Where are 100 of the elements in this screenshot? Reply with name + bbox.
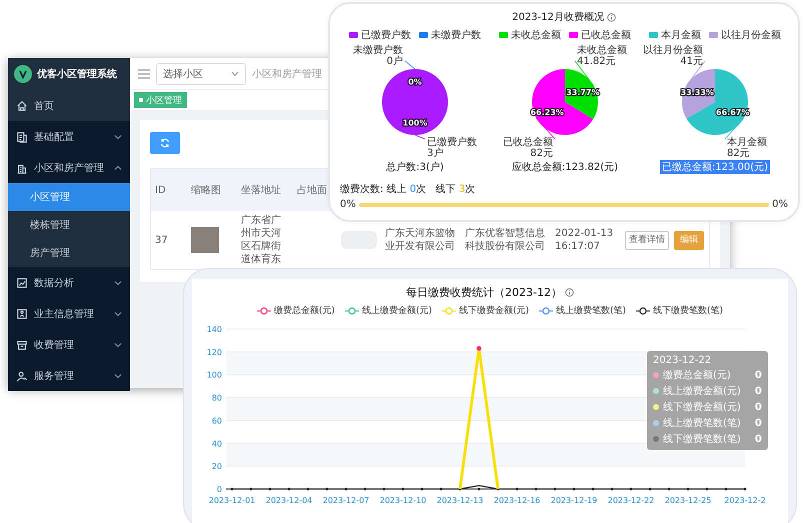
series-point: [476, 346, 482, 351]
table-cell-text: 广东优客智慧信息科技股份有限公司: [464, 226, 546, 254]
x-axis-label: 2023-12-22: [608, 496, 654, 505]
y-axis-label: 140: [206, 325, 222, 334]
pie-slice: [382, 69, 448, 135]
menu-item[interactable]: 小区和房产管理: [8, 152, 130, 183]
x-axis-label: 2023-12-2: [724, 496, 766, 505]
tooltip-label: 线下缴费金额(元): [663, 400, 741, 414]
document-icon: [16, 130, 28, 142]
y-axis-label: 0: [216, 485, 222, 494]
y-axis-label: 60: [212, 416, 222, 426]
tooltip-label: 缴费总金额(元): [663, 368, 731, 382]
menu-item[interactable]: 基础配置: [8, 121, 130, 152]
legend-label: 未缴费户数: [431, 28, 481, 42]
callout-value: 41.82元: [577, 56, 616, 67]
menu-item[interactable]: 业主信息管理: [8, 298, 130, 329]
callout-value: 82元: [530, 148, 553, 159]
ratio-text: 0%: [340, 199, 356, 210]
payment-count-text: 缴费次数: 线上 0次 线下 3次: [340, 182, 476, 196]
legend-label: 已缴费户数: [361, 28, 411, 42]
table-cell-text: 2022-01-13 16:17:07: [554, 227, 614, 254]
submenu-item[interactable]: 房产管理: [8, 239, 130, 267]
tooltip-value: 0: [754, 434, 762, 444]
community-select[interactable]: 选择小区: [156, 62, 246, 84]
chart-icon: [16, 276, 28, 288]
tooltip-title: 2023-12-22: [653, 355, 712, 366]
chart-title: 每日缴费收费统计（2023-12）: [406, 285, 562, 300]
tooltip-label: 线上缴费金额(元): [663, 384, 741, 398]
id-card-icon: [16, 308, 28, 320]
callout-value: 82元: [727, 148, 750, 159]
tooltip-value: 0: [754, 370, 762, 380]
legend-label: 线上缴费金额(元): [362, 304, 432, 317]
tooltip-label: 线上缴费笔数(笔): [663, 416, 741, 430]
callout-label: 未收总金额: [577, 45, 627, 56]
table-cell-text: 广东省广州市天河区石牌街道体育东: [240, 214, 282, 267]
tooltip-value: 0: [754, 418, 762, 428]
tooltip-value: 0: [754, 386, 762, 396]
box-icon: [16, 338, 28, 350]
menu-item[interactable]: 收费管理: [8, 329, 130, 360]
x-axis-label: 2023-12-16: [494, 496, 540, 505]
y-axis-label: 100: [206, 370, 222, 380]
x-axis-label: 2023-12-04: [266, 496, 312, 505]
caret-icon: [231, 70, 239, 76]
info-icon: [606, 12, 616, 22]
tooltip-label: 线下缴费笔数(笔): [663, 432, 741, 446]
leader-line: [414, 134, 426, 140]
callout-value: 3户: [427, 148, 444, 159]
callout-label: 已收总金额: [503, 137, 553, 148]
submenu-item[interactable]: 楼栋管理: [8, 211, 130, 239]
pie-caption: 应收总金额:123.82(元): [510, 160, 620, 174]
legend-label: 线上缴费笔数(笔): [556, 304, 626, 317]
x-axis-label: 2023-12-07: [322, 496, 370, 505]
callout-value: 41元: [680, 56, 703, 67]
menu-item[interactable]: 服务管理: [8, 360, 130, 391]
table-cell-text: 37: [154, 234, 169, 248]
column-header: 缩略图: [187, 169, 237, 211]
legend-label: 已收总金额: [581, 28, 631, 42]
callout-label: 未缴费户数: [353, 45, 403, 56]
percent-label: 100%: [402, 118, 428, 128]
ratio-text: 0%: [772, 199, 788, 210]
callout-label: 本月金额: [727, 137, 767, 148]
y-axis-label: 120: [206, 348, 222, 357]
details-button[interactable]: 查看详情: [625, 230, 669, 250]
pie-caption: 已缴总金额:123.00(元): [660, 160, 770, 174]
x-axis-label: 2023-12-19: [550, 496, 598, 505]
table-cell-text: 广东天河东篮物业开发有限公司: [384, 226, 456, 254]
submenu-item[interactable]: 小区管理: [8, 183, 130, 211]
percent-label: 0%: [408, 78, 422, 87]
x-axis-label: 2023-12-13: [436, 496, 484, 505]
photo-placeholder: [191, 227, 219, 253]
column-header: 坐落地址: [237, 169, 293, 211]
y-axis-label: 40: [212, 439, 222, 448]
menu-icon[interactable]: [138, 68, 150, 78]
y-axis-label: 80: [212, 394, 222, 403]
menu-item[interactable]: 数据分析: [8, 267, 130, 298]
legend-label: 线下缴费金额(元): [458, 304, 530, 317]
legend-label: 本月金额: [661, 28, 701, 42]
leader-line: [404, 60, 416, 70]
menu-item[interactable]: 首页: [8, 90, 130, 121]
info-icon: [564, 288, 574, 297]
refresh-icon: [160, 138, 170, 148]
callout-value: 0户: [386, 56, 403, 67]
x-axis-label: 2023-12-10: [380, 496, 426, 505]
pie-caption: 总户数:3(户): [385, 160, 445, 174]
person-icon: [16, 370, 28, 382]
app-title: 优客小区管理系统: [37, 67, 117, 81]
legend-label: 线下缴费笔数(笔): [653, 304, 724, 317]
tooltip-value: 0: [754, 402, 762, 412]
logo-icon: [14, 65, 32, 83]
callout-label: 以往月份金额: [643, 45, 703, 56]
refresh-button[interactable]: [150, 132, 180, 154]
card-title: 2023-12月收费概况: [512, 10, 604, 24]
callout-label: 已缴费户数: [427, 137, 477, 148]
legend-label: 缴费总金额(元): [274, 304, 335, 317]
legend-label: 以往月份金额: [721, 28, 781, 42]
x-axis-label: 2023-12-25: [664, 496, 712, 505]
y-axis-label: 20: [212, 462, 222, 472]
x-axis-label: 2023-12-01: [208, 496, 256, 505]
legend-label: 未收总金额: [511, 28, 561, 42]
column-header: ID: [151, 169, 187, 211]
